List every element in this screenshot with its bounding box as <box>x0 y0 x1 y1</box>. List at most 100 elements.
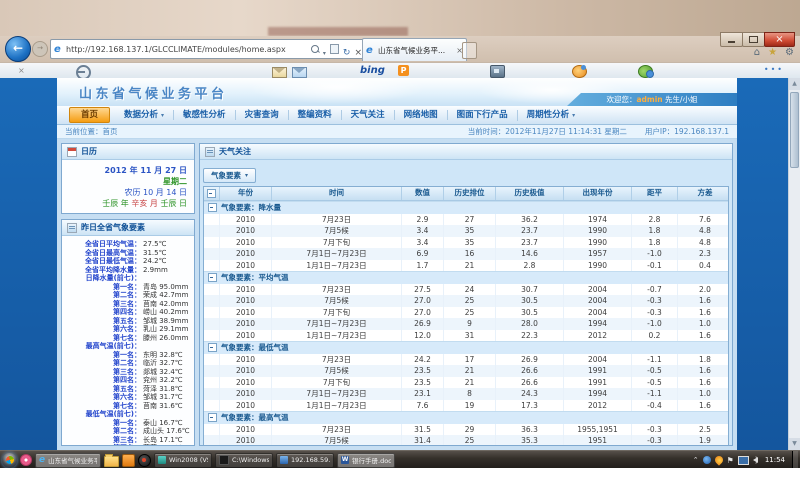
address-bar[interactable]: http://192.168.137.1/GLCCLIMATE/modules/… <box>50 39 366 59</box>
tray-blue-app-icon[interactable] <box>703 456 711 464</box>
table-group-row[interactable]: 气象要素：平均气温 <box>204 271 728 284</box>
mail-gold-icon[interactable] <box>272 67 287 78</box>
table-group-row[interactable]: 气象要素：最低气温 <box>204 341 728 354</box>
show-desktop-button[interactable] <box>792 451 798 469</box>
scroll-up-arrow-icon[interactable] <box>789 78 800 90</box>
table-row[interactable]: 20107月23日24.21726.92004-1.11.8 <box>204 354 728 366</box>
table-row[interactable]: 20101月1日~7月23日1.7212.81990-0.10.4 <box>204 260 728 272</box>
nav-item-6[interactable]: 网络地图 <box>394 110 447 120</box>
table-row[interactable]: 20107月5候3.43523.719901.84.8 <box>204 225 728 237</box>
volume-icon[interactable] <box>753 457 758 463</box>
table-row[interactable]: 20107月23日31.52936.31955,1951-0.32.5 <box>204 424 728 436</box>
mail-blue-icon[interactable] <box>292 67 307 78</box>
tray-expand-icon[interactable] <box>693 456 699 464</box>
table-row[interactable]: 20107月23日2.92736.219742.87.6 <box>204 214 728 226</box>
nav-item-4[interactable]: 整编资料 <box>288 110 341 120</box>
compatibility-icon[interactable] <box>330 44 339 54</box>
table-row[interactable]: 20101月1日~7月23日7.61917.32012-0.41.6 <box>204 400 728 412</box>
table-group-row[interactable]: 气象要素：降水量 <box>204 201 728 214</box>
explorer-folder-icon[interactable] <box>104 456 119 467</box>
home-icon[interactable] <box>754 47 760 58</box>
table-row[interactable]: 20107月5候27.02530.52004-0.31.6 <box>204 295 728 307</box>
column-header-6[interactable]: 出现年份 <box>564 187 632 200</box>
refresh-icon[interactable] <box>343 40 351 59</box>
close-toolbar-icon[interactable] <box>18 66 25 75</box>
page-left-margin <box>0 78 57 450</box>
select-all-checkbox[interactable] <box>207 189 216 198</box>
taskbar-app-button-1[interactable]: C:\Windows\s... <box>215 453 273 468</box>
table-row[interactable]: 20107月1日~7月23日26.9928.01994-1.01.0 <box>204 318 728 330</box>
taskbar-ie-button[interactable]: 山东省气候业务平... <box>35 453 101 468</box>
column-header-4[interactable]: 历史排位 <box>444 187 496 200</box>
teal-app-icon <box>158 456 166 464</box>
p-badge-icon[interactable]: P <box>398 65 409 76</box>
scrollbar-thumb[interactable] <box>790 92 799 168</box>
action-center-flag-icon[interactable] <box>727 456 734 465</box>
table-row[interactable]: 20107月5候31.42535.31951-0.31.9 <box>204 435 728 445</box>
favorites-icon[interactable] <box>768 47 777 58</box>
column-header-1[interactable]: 年份 <box>220 187 272 200</box>
addon-people-icon[interactable] <box>638 65 653 78</box>
weather-section-title: 日降水量(前七)： <box>65 274 191 283</box>
taskbar-app-button-2[interactable]: 192.168.59.99... <box>276 453 334 468</box>
table-row[interactable]: 20107月5候23.52126.61991-0.51.6 <box>204 365 728 377</box>
collapse-icon[interactable] <box>208 273 217 282</box>
chevron-down-icon[interactable] <box>323 40 326 59</box>
taskbar-app-button-3[interactable]: W银行手册.docx ... <box>337 453 395 468</box>
table-row[interactable]: 20107月23日27.52430.72004-0.72.0 <box>204 284 728 296</box>
scrollbar-track[interactable] <box>789 90 800 438</box>
nav-item-3[interactable]: 灾害查询 <box>235 110 288 120</box>
media-player-icon[interactable] <box>138 454 151 467</box>
collapse-icon[interactable] <box>208 203 217 212</box>
stop-icon[interactable] <box>354 40 362 59</box>
close-window-button[interactable] <box>764 32 795 47</box>
browser-tab[interactable]: 山东省气候业务平... <box>362 38 467 61</box>
weather-rank-label: 第三名： <box>65 436 141 445</box>
table-row[interactable]: 20101月1日~7月23日12.03122.320120.21.6 <box>204 330 728 342</box>
element-filter-button[interactable]: 气象要素 <box>203 168 256 183</box>
table-row[interactable]: 20107月下旬27.02530.52004-0.31.6 <box>204 307 728 319</box>
vertical-scrollbar[interactable] <box>788 78 800 450</box>
flower-app-icon[interactable] <box>20 454 32 466</box>
nav-item-8[interactable]: 周期性分析 <box>517 110 585 121</box>
addon-video-icon[interactable] <box>490 65 505 78</box>
start-button[interactable] <box>2 453 17 468</box>
minimize-button[interactable] <box>720 32 743 47</box>
column-header-7[interactable]: 距平 <box>632 187 678 200</box>
new-tab-button[interactable] <box>462 42 477 59</box>
table-row[interactable]: 20107月下旬23.52126.61991-0.51.6 <box>204 377 728 389</box>
column-header-3[interactable]: 数值 <box>402 187 444 200</box>
taskbar-app-button-0[interactable]: Win2008 (VS2... <box>154 453 212 468</box>
scroll-down-arrow-icon[interactable] <box>789 438 800 450</box>
table-row[interactable]: 20107月下旬3.43523.719901.84.8 <box>204 237 728 249</box>
collapse-icon[interactable] <box>208 343 217 352</box>
nav-item-7[interactable]: 图面下行产品 <box>447 110 517 120</box>
nav-item-5[interactable]: 天气关注 <box>341 110 394 120</box>
collapse-icon[interactable] <box>208 413 217 422</box>
nav-item-2[interactable]: 敏感性分析 <box>173 110 235 120</box>
column-header-8[interactable]: 方差 <box>678 187 729 200</box>
bing-logo[interactable]: bing <box>360 65 385 76</box>
table-group-row[interactable]: 气象要素：最高气温 <box>204 411 728 424</box>
tray-flame-icon[interactable] <box>713 454 724 465</box>
search-icon[interactable] <box>311 45 319 53</box>
settings-gear-icon[interactable] <box>785 47 794 58</box>
table-row[interactable]: 20107月1日~7月23日23.1824.31994-1.11.0 <box>204 388 728 400</box>
orange-app-icon[interactable] <box>122 454 135 467</box>
network-monitor-icon[interactable] <box>738 456 749 465</box>
column-header-5[interactable]: 历史极值 <box>496 187 564 200</box>
column-header-2[interactable]: 时间 <box>272 187 402 200</box>
table-row[interactable]: 20107月1日~7月23日6.91614.61957-1.02.3 <box>204 248 728 260</box>
maximize-button[interactable] <box>742 32 765 47</box>
more-options-dots[interactable]: ••• <box>764 65 784 74</box>
table-cell: 4.8 <box>678 225 729 237</box>
nav-item-1[interactable]: 数据分析 <box>115 110 173 121</box>
addon-spark-icon[interactable] <box>572 65 587 78</box>
forward-button[interactable] <box>32 41 48 57</box>
back-button[interactable] <box>5 36 31 62</box>
table-cell: 1.8 <box>678 354 729 366</box>
browser-chrome: http://192.168.137.1/GLCCLIMATE/modules/… <box>0 36 800 62</box>
nav-item-0[interactable]: 首页 <box>69 107 110 123</box>
weather-item-label: 全省平均降水量： <box>65 266 141 275</box>
taskbar-clock[interactable]: 11:54 <box>761 456 789 464</box>
